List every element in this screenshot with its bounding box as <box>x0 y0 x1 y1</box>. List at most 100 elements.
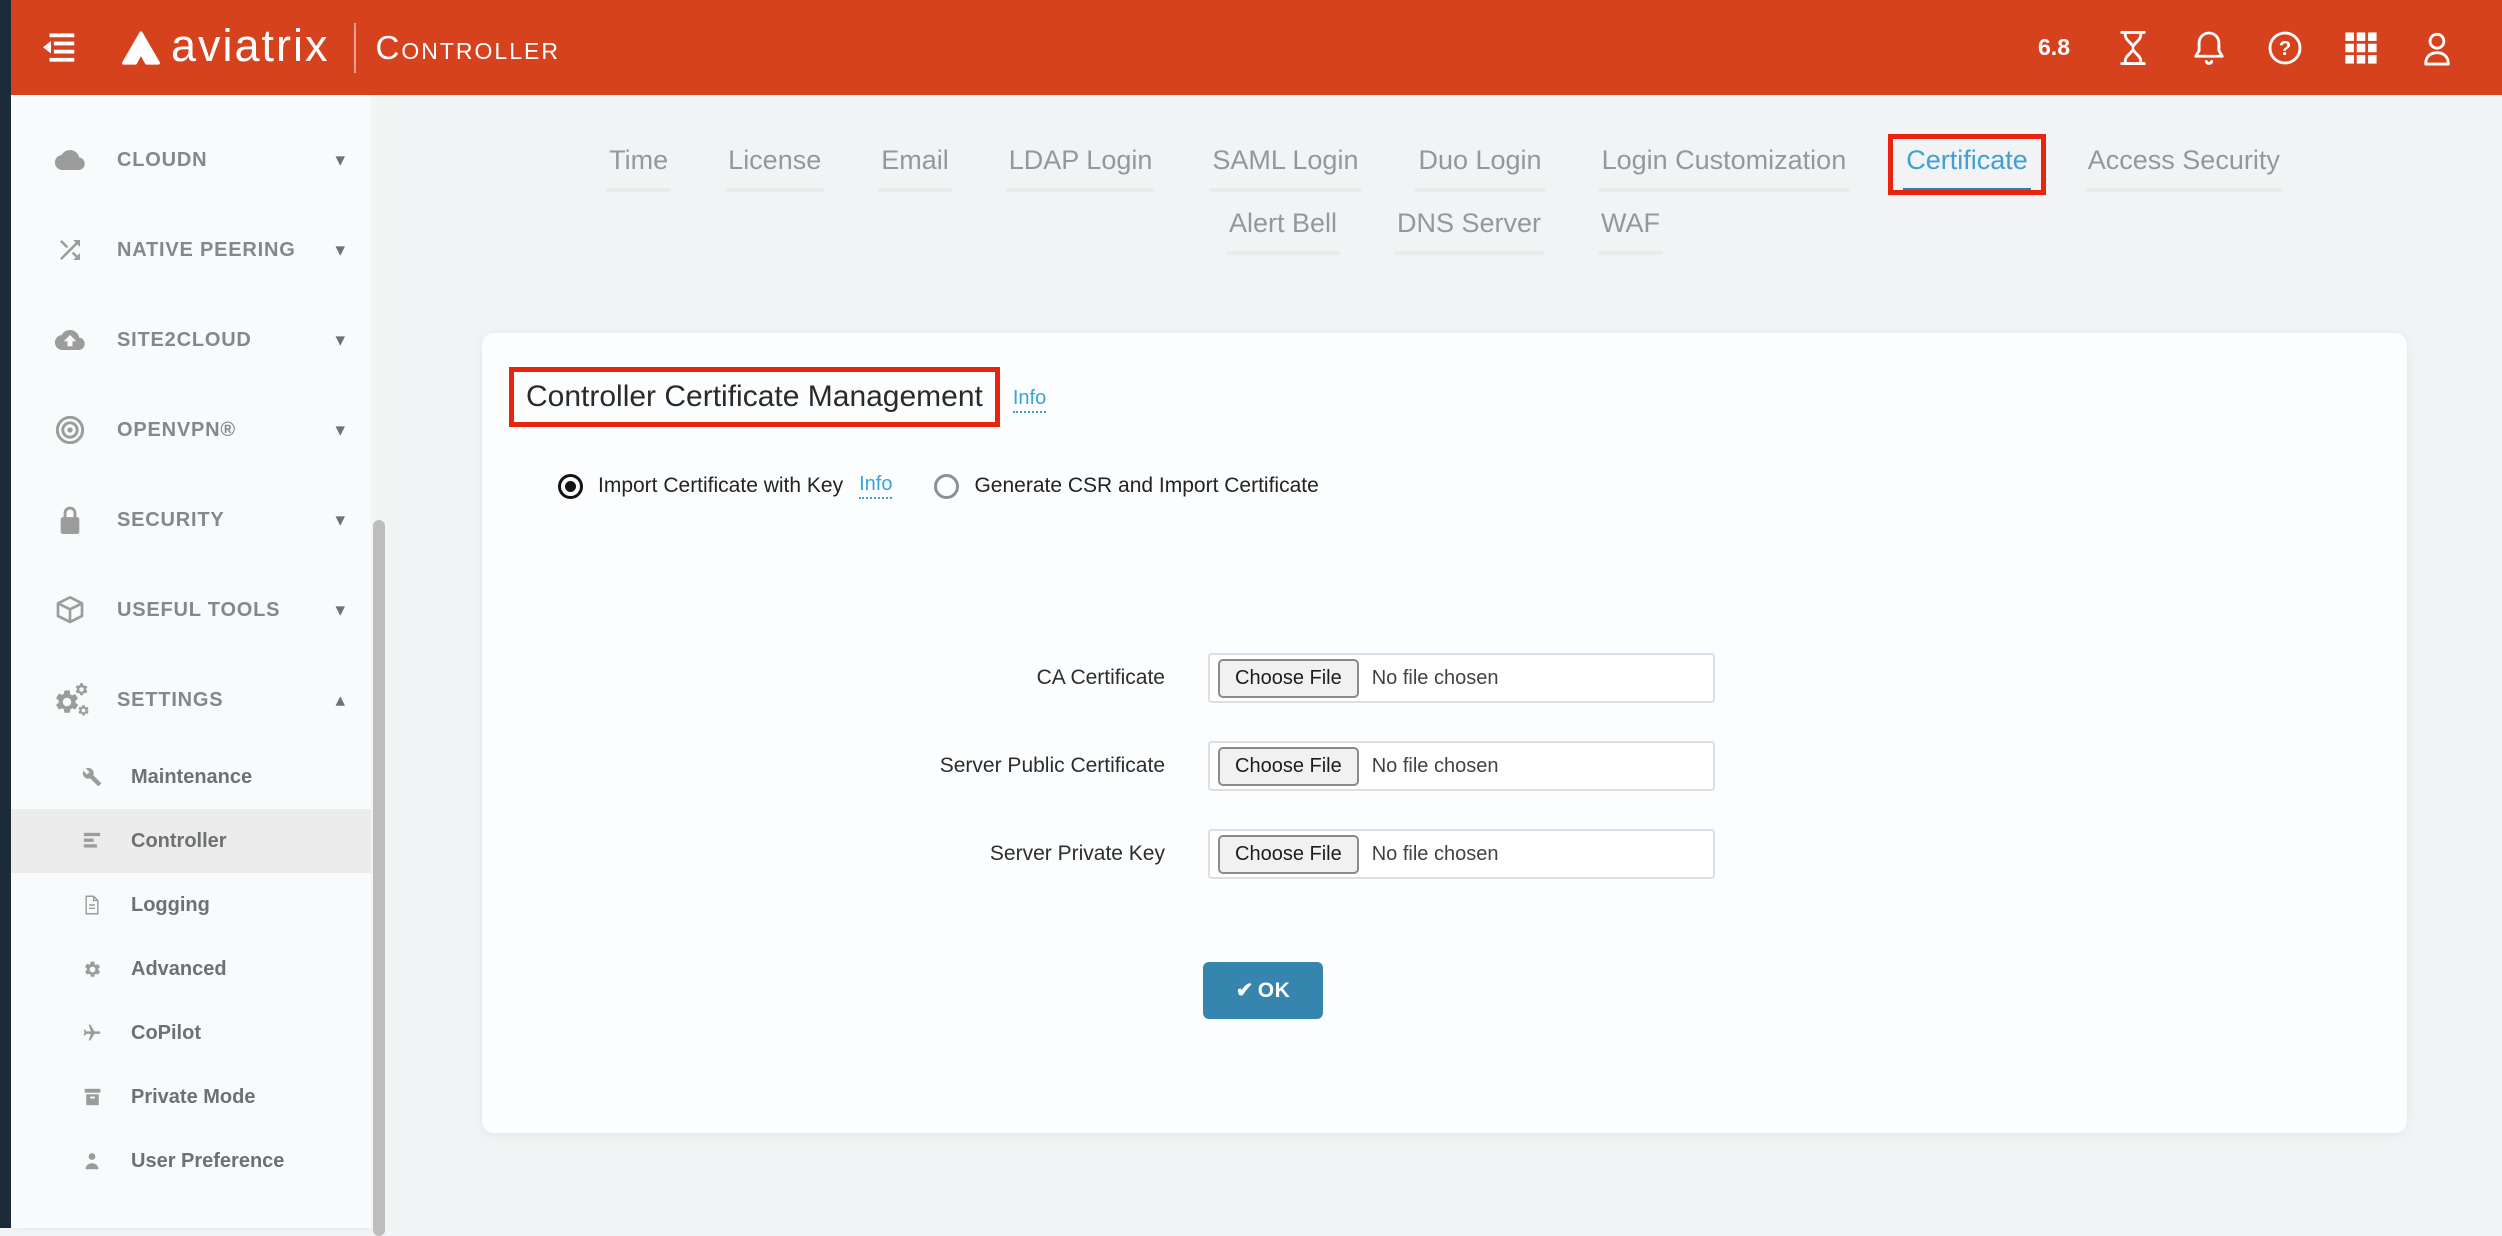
aviatrix-logo[interactable] <box>121 31 161 65</box>
scrollbar-thumb[interactable] <box>373 520 385 1236</box>
file-status: No file chosen <box>1372 843 1499 866</box>
sidebar-item-label: CLOUDN <box>117 149 207 172</box>
sidebar-item-label: NATIVE PEERING <box>117 239 296 262</box>
page-title: Controller Certificate Management <box>526 380 983 414</box>
sidebar-item-private-mode[interactable]: Private Mode <box>11 1065 371 1129</box>
ok-button[interactable]: ✔ OK <box>1203 962 1323 1019</box>
svg-text:?: ? <box>2279 38 2291 60</box>
user-profile-icon[interactable] <box>2418 29 2456 67</box>
sidebar-item-label: SETTINGS <box>117 689 223 712</box>
sidebar-item-copilot[interactable]: CoPilot <box>11 1001 371 1065</box>
sidebar-item-maintenance[interactable]: Maintenance <box>11 745 371 809</box>
check-icon: ✔ <box>1236 978 1254 1003</box>
cube-icon <box>53 594 87 626</box>
import-info-link[interactable]: Info <box>859 473 892 499</box>
server-private-key-row: Server Private Key Choose File No file c… <box>482 829 2407 879</box>
app-header: aviatrix Controller 6.8 ? <box>11 0 2502 95</box>
sidebar-item-logging[interactable]: Logging <box>11 873 371 937</box>
tab-duo-login[interactable]: Duo Login <box>1415 145 1544 192</box>
sidebar-item-label: Maintenance <box>131 766 252 789</box>
sidebar-item-label: CoPilot <box>131 1022 201 1045</box>
sidebar-item-label: Advanced <box>131 958 227 981</box>
chevron-down-icon: ▾ <box>335 329 345 352</box>
sidebar-item-controller[interactable]: Controller <box>11 809 371 873</box>
tab-license[interactable]: License <box>725 145 824 192</box>
chevron-down-icon: ▾ <box>335 509 345 532</box>
main-content: Time License Email LDAP Login SAML Login… <box>387 95 2502 1228</box>
sidebar-scrollbar[interactable] <box>371 95 387 1228</box>
tab-time[interactable]: Time <box>606 145 671 192</box>
chevron-down-icon: ▾ <box>335 239 345 262</box>
tab-saml-login[interactable]: SAML Login <box>1209 145 1361 192</box>
sidebar-item-native-peering[interactable]: NATIVE PEERING ▾ <box>11 205 371 295</box>
chevron-up-icon: ▴ <box>335 689 345 712</box>
title-info-link[interactable]: Info <box>1013 387 1046 413</box>
sidebar-item-cloudn[interactable]: CLOUDN ▾ <box>11 115 371 205</box>
cloud-icon <box>53 144 87 176</box>
choose-file-button[interactable]: Choose File <box>1218 659 1359 698</box>
file-status: No file chosen <box>1372 667 1499 690</box>
server-private-key-file-input[interactable]: Choose File No file chosen <box>1208 829 1715 879</box>
apps-grid-icon[interactable] <box>2342 29 2380 67</box>
sidebar-item-user-preference[interactable]: User Preference <box>11 1129 371 1193</box>
wrench-icon <box>81 766 103 788</box>
brand-wordmark: aviatrix <box>171 20 330 72</box>
sidebar-item-label: SECURITY <box>117 509 225 532</box>
plane-icon <box>81 1022 103 1044</box>
choose-file-button[interactable]: Choose File <box>1218 835 1359 874</box>
sidebar-item-label: User Preference <box>131 1150 284 1173</box>
left-edge-strip <box>0 0 11 1228</box>
tab-email[interactable]: Email <box>878 145 952 192</box>
tab-waf[interactable]: WAF <box>1598 208 1663 255</box>
help-icon[interactable]: ? <box>2266 29 2304 67</box>
tab-access-security[interactable]: Access Security <box>2085 145 2283 192</box>
ca-certificate-row: CA Certificate Choose File No file chose… <box>482 653 2407 703</box>
shuffle-icon <box>53 234 87 266</box>
radio-label: Generate CSR and Import Certificate <box>974 474 1318 498</box>
sidebar: CLOUDN ▾ NATIVE PEERING ▾ SITE2CLOUD ▾ <box>11 95 371 1228</box>
tab-login-customization[interactable]: Login Customization <box>1599 145 1850 192</box>
field-label: CA Certificate <box>482 666 1165 690</box>
sidebar-item-openvpn[interactable]: OPENVPN® ▾ <box>11 385 371 475</box>
server-public-certificate-file-input[interactable]: Choose File No file chosen <box>1208 741 1715 791</box>
header-divider <box>354 23 356 73</box>
sidebar-item-label: Logging <box>131 894 210 917</box>
sidebar-item-useful-tools[interactable]: USEFUL TOOLS ▾ <box>11 565 371 655</box>
certificate-mode-radios: Import Certificate with Key Info Generat… <box>558 473 1319 499</box>
sidebar-item-settings[interactable]: SETTINGS ▴ <box>11 655 371 745</box>
sidebar-item-advanced[interactable]: Advanced <box>11 937 371 1001</box>
target-icon <box>53 414 87 446</box>
chevron-down-icon: ▾ <box>335 599 345 622</box>
tab-certificate[interactable]: Certificate <box>1903 145 2031 192</box>
ca-certificate-file-input[interactable]: Choose File No file chosen <box>1208 653 1715 703</box>
radio-import-certificate[interactable] <box>558 474 583 499</box>
tab-ldap-login[interactable]: LDAP Login <box>1006 145 1156 192</box>
file-status: No file chosen <box>1372 755 1499 778</box>
radio-generate-csr[interactable] <box>934 474 959 499</box>
field-label: Server Private Key <box>482 842 1165 866</box>
product-name: Controller <box>376 29 560 67</box>
person-icon <box>81 1150 103 1172</box>
radio-label: Import Certificate with Key <box>598 474 843 498</box>
rows-icon <box>81 830 103 852</box>
sidebar-item-label: Controller <box>131 830 227 853</box>
lock-icon <box>53 504 87 536</box>
gear-icon <box>81 958 103 980</box>
field-label: Server Public Certificate <box>482 754 1165 778</box>
sidebar-item-label: USEFUL TOOLS <box>117 599 280 622</box>
archive-icon <box>81 1086 103 1108</box>
gears-icon <box>53 684 87 716</box>
notifications-bell-icon[interactable] <box>2190 29 2228 67</box>
sidebar-item-security[interactable]: SECURITY ▾ <box>11 475 371 565</box>
tasks-hourglass-icon[interactable] <box>2114 29 2152 67</box>
version-label: 6.8 <box>2038 34 2070 61</box>
menu-collapse-icon[interactable] <box>39 28 79 68</box>
chevron-down-icon: ▾ <box>335 419 345 442</box>
document-icon <box>81 894 103 916</box>
choose-file-button[interactable]: Choose File <box>1218 747 1359 786</box>
tab-alert-bell[interactable]: Alert Bell <box>1226 208 1340 255</box>
tab-dns-server[interactable]: DNS Server <box>1394 208 1544 255</box>
sidebar-item-label: OPENVPN® <box>117 419 236 442</box>
sidebar-item-site2cloud[interactable]: SITE2CLOUD ▾ <box>11 295 371 385</box>
server-public-certificate-row: Server Public Certificate Choose File No… <box>482 741 2407 791</box>
